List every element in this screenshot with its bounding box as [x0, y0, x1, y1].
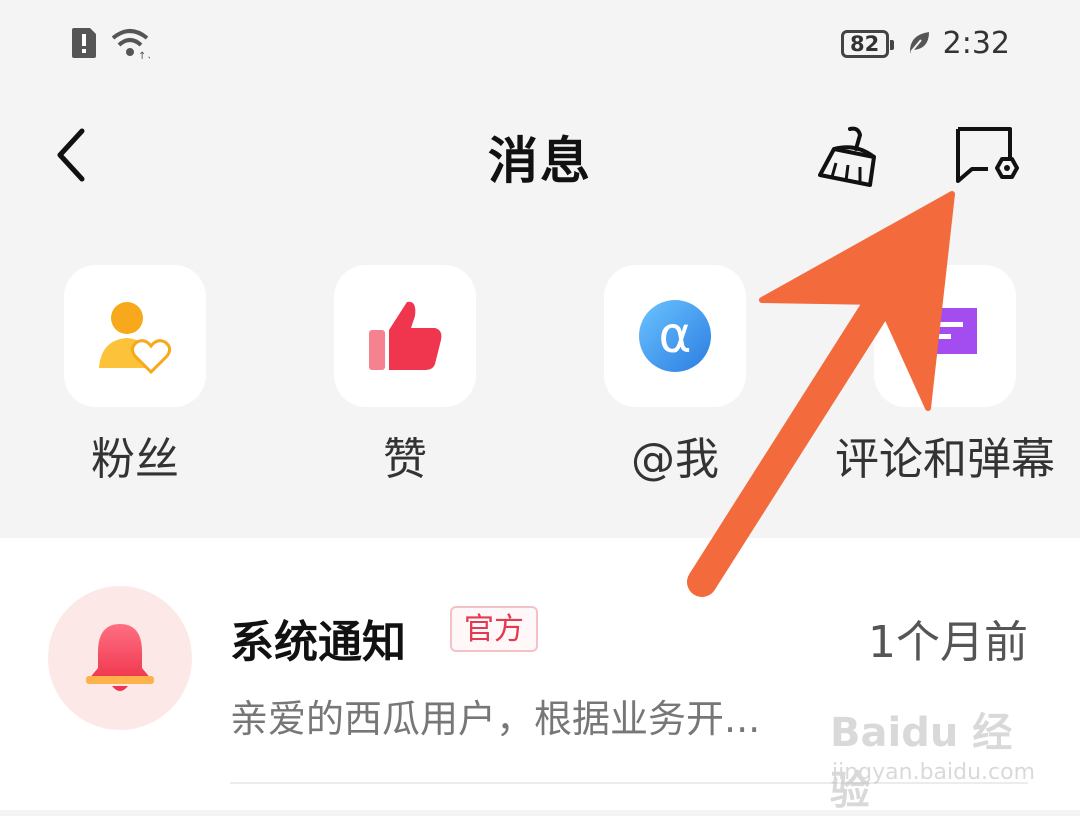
avatar — [48, 586, 192, 730]
category-fans[interactable]: 粉丝 — [15, 265, 255, 487]
message-settings-icon — [956, 127, 1019, 183]
clock: 2:32 — [942, 26, 1010, 61]
category-label: @我 — [631, 434, 719, 485]
leaf-icon — [907, 29, 931, 59]
page-title: 消息 — [488, 132, 592, 190]
watermark: Baidu 经验 jingyan.baidu.com — [830, 690, 1035, 814]
watermark-url: jingyan.baidu.com — [832, 760, 1036, 785]
nav-bar: 消息 — [0, 95, 1080, 220]
wifi-icon: ↑↓ — [110, 26, 155, 64]
category-likes[interactable]: 赞 — [285, 265, 525, 487]
alert-icon — [70, 26, 98, 64]
fans-icon — [99, 302, 172, 375]
category-comments[interactable]: 评论和弹幕 — [825, 265, 1065, 487]
battery-icon: 82 — [840, 29, 894, 58]
category-shortcuts: 粉丝 赞 α @我 评论和弹幕 — [0, 265, 1080, 505]
category-label: 评论和弹幕 — [835, 434, 1055, 485]
watermark-logo: Baidu 经验 — [830, 710, 1013, 814]
bell-icon — [86, 624, 154, 691]
comment-icon — [913, 308, 977, 368]
at-icon: α — [639, 300, 711, 372]
svg-text:α: α — [659, 306, 692, 364]
category-label: 赞 — [383, 434, 427, 485]
category-label: 粉丝 — [91, 434, 179, 485]
svg-text:↑↓: ↑↓ — [138, 51, 150, 60]
status-bar: ↑↓ 82 2:32 — [0, 0, 1080, 95]
official-badge: 官方 — [450, 606, 538, 652]
notification-time: 1个月前 — [868, 617, 1028, 668]
category-mentions[interactable]: α @我 — [555, 265, 795, 487]
notification-preview: 亲爱的西瓜用户，根据业务开... — [230, 697, 761, 741]
broom-icon — [818, 126, 876, 187]
clear-unread-button[interactable] — [812, 123, 886, 191]
thumbs-up-icon — [369, 301, 442, 370]
message-settings-button[interactable] — [950, 123, 1024, 191]
notification-title: 系统通知 — [230, 617, 406, 668]
